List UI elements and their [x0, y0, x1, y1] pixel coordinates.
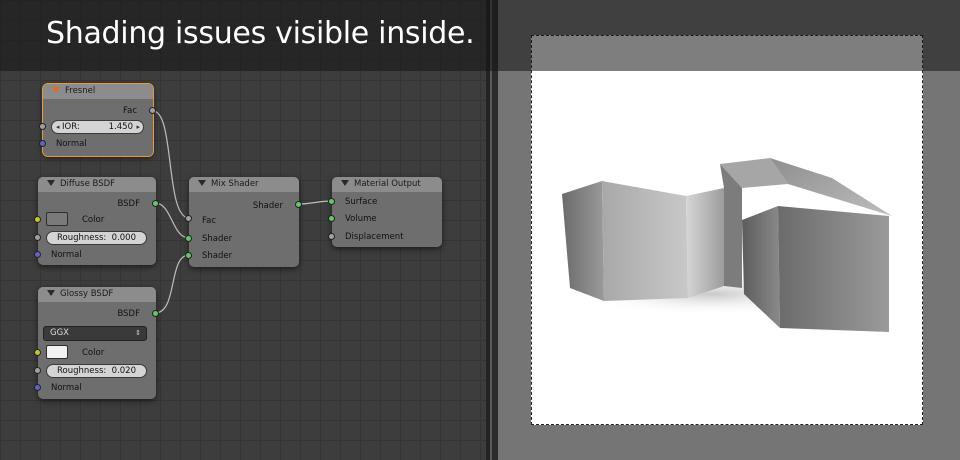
glossy-roughness-socket[interactable] [34, 367, 41, 374]
glossy-color-label: Color [82, 348, 105, 358]
collapse-triangle-icon[interactable] [52, 87, 60, 93]
mix-shader-node[interactable]: Mix Shader Shader Fac Shader Shader [185, 177, 302, 267]
mix-title: Mix Shader [211, 179, 259, 189]
glossy-distribution-dropdown[interactable]: GGX ⇕ [43, 326, 147, 341]
panel-face-8 [778, 206, 889, 332]
glossy-roughness-value: 0.020 [111, 366, 136, 376]
glossy-output-label: BSDF [117, 309, 140, 319]
diffuse-roughness-field[interactable]: Roughness: 0.000 [46, 231, 147, 245]
fresnel-ior-label: IOR: [62, 122, 80, 132]
glossy-color-swatch[interactable] [46, 345, 68, 359]
render-viewport [531, 35, 923, 425]
mix-shader2-socket[interactable] [185, 252, 192, 259]
fresnel-fac-output-socket[interactable] [149, 107, 156, 114]
link-diffuse-mix-shader [154, 202, 190, 239]
diffuse-color-swatch[interactable] [46, 212, 68, 226]
diffuse-color-socket[interactable] [34, 216, 41, 223]
collapse-triangle-icon[interactable] [198, 180, 206, 186]
increment-arrow-icon[interactable]: ▸ [136, 121, 140, 133]
fresnel-node-header[interactable]: Fresnel [43, 84, 153, 99]
diffuse-normal-label: Normal [51, 250, 82, 260]
diffuse-color-label: Color [82, 215, 105, 225]
diffuse-normal-socket[interactable] [34, 251, 41, 258]
glossy-color-socket[interactable] [34, 349, 41, 356]
panel-face-3 [686, 188, 724, 298]
diffuse-output-label: BSDF [117, 199, 140, 209]
mix-fac-label: Fac [202, 216, 216, 226]
material-output-node[interactable]: Material Output Surface Volume Displacem… [328, 177, 442, 247]
mix-shader2-label: Shader [202, 251, 233, 261]
glossy-distribution-value: GGX [50, 328, 69, 338]
diffuse-roughness-value: 0.000 [111, 233, 136, 243]
panel-face-1 [562, 181, 604, 301]
mix-fac-socket[interactable] [185, 215, 192, 222]
dropdown-updown-icon: ⇕ [135, 329, 141, 337]
fresnel-ior-input-socket[interactable] [39, 123, 46, 130]
link-glossy-mix-shader [154, 254, 190, 314]
fresnel-node[interactable]: Fresnel Fac ◂ IOR: 1.450 ▸ Normal [39, 83, 156, 157]
diffuse-bsdf-node[interactable]: Diffuse BSDF BSDF Color Roughness: 0.000… [34, 177, 159, 265]
mix-shader1-label: Shader [202, 234, 233, 244]
mix-node-header[interactable]: Mix Shader [189, 177, 299, 192]
fresnel-output-label: Fac [123, 106, 137, 116]
render-panel [498, 0, 960, 460]
output-volume-label: Volume [345, 214, 377, 224]
output-surface-label: Surface [345, 197, 378, 207]
panel-face-2 [602, 181, 688, 301]
diffuse-roughness-label: Roughness: [57, 233, 107, 243]
fresnel-ior-field[interactable]: ◂ IOR: 1.450 ▸ [51, 120, 144, 134]
fresnel-normal-socket[interactable] [39, 140, 46, 147]
decrement-arrow-icon[interactable]: ◂ [56, 121, 60, 133]
diffuse-node-header[interactable]: Diffuse BSDF [38, 177, 156, 192]
diffuse-roughness-socket[interactable] [34, 234, 41, 241]
diffuse-bsdf-output-socket[interactable] [152, 200, 159, 207]
mix-shader-output-socket[interactable] [295, 201, 302, 208]
output-title: Material Output [354, 179, 421, 189]
fresnel-title: Fresnel [65, 86, 96, 96]
fresnel-ior-value: 1.450 [108, 122, 133, 132]
output-displacement-label: Displacement [345, 232, 404, 242]
glossy-normal-socket[interactable] [34, 384, 41, 391]
glossy-bsdf-output-socket[interactable] [152, 310, 159, 317]
collapse-triangle-icon[interactable] [341, 180, 349, 186]
output-volume-socket[interactable] [328, 215, 335, 222]
mix-shader1-socket[interactable] [185, 235, 192, 242]
render-image [562, 158, 892, 332]
mix-output-label: Shader [252, 201, 283, 211]
glossy-node-header[interactable]: Glossy BSDF [38, 287, 156, 302]
link-mix-output-surface [297, 200, 333, 205]
glossy-bsdf-node[interactable]: Glossy BSDF BSDF GGX ⇕ Color Roughness: … [34, 287, 159, 399]
collapse-triangle-icon[interactable] [47, 290, 55, 296]
glossy-roughness-field[interactable]: Roughness: 0.020 [46, 364, 147, 378]
diffuse-title: Diffuse BSDF [60, 179, 116, 189]
panel-divider[interactable] [486, 0, 498, 460]
glossy-normal-label: Normal [51, 383, 82, 393]
collapse-triangle-icon[interactable] [47, 180, 55, 186]
fresnel-normal-label: Normal [56, 139, 87, 149]
glossy-roughness-label: Roughness: [57, 366, 107, 376]
output-node-header[interactable]: Material Output [332, 177, 442, 192]
glossy-title: Glossy BSDF [60, 289, 114, 299]
output-displacement-socket[interactable] [328, 233, 335, 240]
node-editor[interactable]: Fresnel Fac ◂ IOR: 1.450 ▸ Normal Diffus… [0, 0, 486, 460]
output-surface-socket[interactable] [328, 198, 335, 205]
